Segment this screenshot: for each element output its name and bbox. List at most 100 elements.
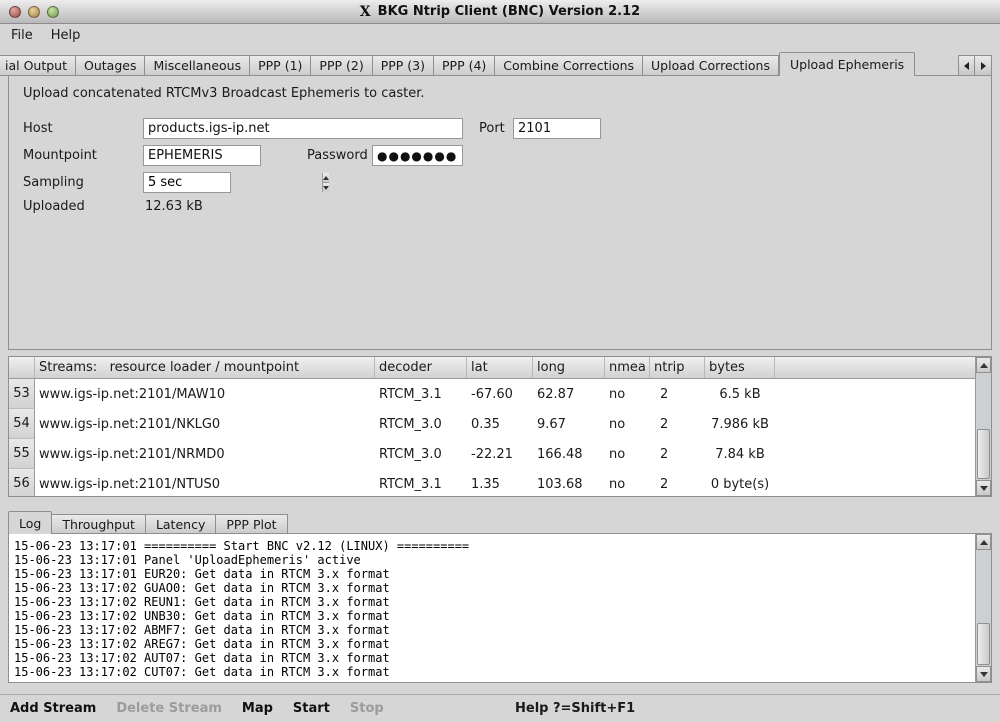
log-panel: 15-06-23 13:17:01 ========== Start BNC v… bbox=[8, 533, 992, 683]
mountpoint-input[interactable] bbox=[143, 145, 261, 166]
tab-ppp-3[interactable]: PPP (3) bbox=[373, 55, 434, 76]
header-lat[interactable]: lat bbox=[467, 357, 533, 378]
scrollbar-thumb[interactable] bbox=[977, 429, 990, 479]
tab-serial-output[interactable]: ial Output bbox=[0, 55, 76, 76]
cell-decoder: RTCM_3.1 bbox=[375, 379, 467, 409]
cell-bytes: 7.986 kB bbox=[705, 409, 775, 439]
row-number: 55 bbox=[9, 439, 35, 469]
cell-nmea: no bbox=[605, 409, 650, 439]
tab-outages[interactable]: Outages bbox=[76, 55, 145, 76]
mountpoint-label: Mountpoint bbox=[23, 145, 97, 166]
header-long[interactable]: long bbox=[533, 357, 605, 378]
cell-nmea: no bbox=[605, 439, 650, 469]
tab-miscellaneous[interactable]: Miscellaneous bbox=[145, 55, 250, 76]
tab-throughput[interactable]: Throughput bbox=[52, 514, 146, 534]
stream-row-55[interactable]: 55 www.igs-ip.net:2101/NRMD0 RTCM_3.0 -2… bbox=[9, 439, 975, 469]
log-output[interactable]: 15-06-23 13:17:01 ========== Start BNC v… bbox=[10, 535, 974, 681]
port-input[interactable] bbox=[513, 118, 601, 139]
log-line: 15-06-23 13:17:02 UNB30: Get data in RTC… bbox=[14, 609, 970, 623]
cell-bytes: 6.5 kB bbox=[705, 379, 775, 409]
cell-long: 103.68 bbox=[533, 469, 605, 496]
spin-up-icon bbox=[323, 176, 329, 180]
host-label: Host bbox=[23, 118, 53, 139]
log-line: 15-06-23 13:17:02 AUT07: Get data in RTC… bbox=[14, 651, 970, 665]
cell-nmea: no bbox=[605, 469, 650, 496]
stream-row-53[interactable]: 53 www.igs-ip.net:2101/MAW10 RTCM_3.1 -6… bbox=[9, 379, 975, 409]
cell-long: 62.87 bbox=[533, 379, 605, 409]
cell-long: 166.48 bbox=[533, 439, 605, 469]
header-decoder[interactable]: decoder bbox=[375, 357, 467, 378]
header-nmea[interactable]: nmea bbox=[605, 357, 650, 378]
sampling-spin-buttons bbox=[322, 173, 329, 192]
row-number: 56 bbox=[9, 469, 35, 496]
tab-scroll-buttons bbox=[958, 55, 992, 76]
header-filler bbox=[775, 357, 975, 378]
streams-scrollbar[interactable] bbox=[975, 357, 991, 496]
header-ntrip[interactable]: ntrip bbox=[650, 357, 705, 378]
password-label: Password bbox=[307, 145, 368, 166]
help-shortcut-label: Help ?=Shift+F1 bbox=[515, 701, 635, 716]
password-input[interactable] bbox=[372, 145, 463, 166]
host-input[interactable] bbox=[143, 118, 463, 139]
scroll-down-button[interactable] bbox=[976, 666, 991, 682]
window-title: BKG Ntrip Client (BNC) Version 2.12 bbox=[378, 4, 641, 19]
log-scrollbar[interactable] bbox=[975, 534, 991, 682]
log-line: 15-06-23 13:17:02 CUT07: Get data in RTC… bbox=[14, 665, 970, 679]
sampling-input[interactable] bbox=[144, 173, 322, 192]
scroll-up-button[interactable] bbox=[976, 357, 991, 373]
add-stream-button[interactable]: Add Stream bbox=[0, 701, 106, 716]
tab-ppp-plot[interactable]: PPP Plot bbox=[216, 514, 287, 534]
cell-nmea: no bbox=[605, 379, 650, 409]
cell-bytes: 7.84 kB bbox=[705, 439, 775, 469]
streams-table: Streams: resource loader / mountpoint de… bbox=[8, 356, 992, 497]
x11-icon: X bbox=[360, 4, 371, 20]
log-line: 15-06-23 13:17:02 GUAO0: Get data in RTC… bbox=[14, 581, 970, 595]
tab-log[interactable]: Log bbox=[8, 511, 52, 534]
header-bytes[interactable]: bytes bbox=[705, 357, 775, 378]
menu-file[interactable]: File bbox=[2, 26, 42, 45]
cell-decoder: RTCM_3.1 bbox=[375, 469, 467, 496]
tab-scroll-left-button[interactable] bbox=[958, 55, 975, 76]
cell-resource: www.igs-ip.net:2101/NKLG0 bbox=[35, 409, 375, 439]
stream-row-54[interactable]: 54 www.igs-ip.net:2101/NKLG0 RTCM_3.0 0.… bbox=[9, 409, 975, 439]
cell-ntrip: 2 bbox=[650, 469, 705, 496]
menu-help[interactable]: Help bbox=[42, 26, 90, 45]
cell-lat: -67.60 bbox=[467, 379, 533, 409]
scroll-down-button[interactable] bbox=[976, 480, 991, 496]
map-button[interactable]: Map bbox=[232, 701, 283, 716]
cell-lat: -22.21 bbox=[467, 439, 533, 469]
start-button[interactable]: Start bbox=[283, 701, 340, 716]
scrollbar-thumb[interactable] bbox=[977, 623, 990, 665]
delete-stream-button: Delete Stream bbox=[106, 701, 232, 716]
scroll-up-icon bbox=[980, 540, 988, 545]
tab-ppp-1[interactable]: PPP (1) bbox=[250, 55, 311, 76]
header-resource[interactable]: Streams: resource loader / mountpoint bbox=[35, 357, 375, 378]
cell-ntrip: 2 bbox=[650, 409, 705, 439]
scroll-down-icon bbox=[980, 672, 988, 677]
sampling-up-button[interactable] bbox=[323, 173, 329, 183]
cell-decoder: RTCM_3.0 bbox=[375, 439, 467, 469]
arrow-right-icon bbox=[981, 62, 986, 70]
log-line: 15-06-23 13:17:02 AREG7: Get data in RTC… bbox=[14, 637, 970, 651]
action-bar: Add Stream Delete Stream Map Start Stop … bbox=[0, 694, 1000, 722]
panel-description: Upload concatenated RTCMv3 Broadcast Eph… bbox=[23, 86, 425, 101]
tab-ppp-2[interactable]: PPP (2) bbox=[311, 55, 372, 76]
sampling-down-button[interactable] bbox=[323, 183, 329, 192]
tab-scroll-right-button[interactable] bbox=[975, 55, 992, 76]
menu-bar: File Help bbox=[0, 24, 1000, 46]
tab-latency[interactable]: Latency bbox=[146, 514, 216, 534]
cell-resource: www.igs-ip.net:2101/NRMD0 bbox=[35, 439, 375, 469]
log-line: 15-06-23 13:17:02 ABMF7: Get data in RTC… bbox=[14, 623, 970, 637]
stream-row-56[interactable]: 56 www.igs-ip.net:2101/NTUS0 RTCM_3.1 1.… bbox=[9, 469, 975, 496]
cell-decoder: RTCM_3.0 bbox=[375, 409, 467, 439]
cell-resource: www.igs-ip.net:2101/MAW10 bbox=[35, 379, 375, 409]
tab-upload-corrections[interactable]: Upload Corrections bbox=[643, 55, 779, 76]
tab-ppp-4[interactable]: PPP (4) bbox=[434, 55, 495, 76]
log-line: 15-06-23 13:17:01 ========== Start BNC v… bbox=[14, 539, 970, 553]
sampling-spinbox[interactable] bbox=[143, 172, 231, 193]
cell-ntrip: 2 bbox=[650, 379, 705, 409]
tab-combine-corrections[interactable]: Combine Corrections bbox=[495, 55, 643, 76]
scroll-up-button[interactable] bbox=[976, 534, 991, 550]
tab-upload-ephemeris[interactable]: Upload Ephemeris bbox=[779, 52, 915, 76]
arrow-left-icon bbox=[964, 62, 969, 70]
